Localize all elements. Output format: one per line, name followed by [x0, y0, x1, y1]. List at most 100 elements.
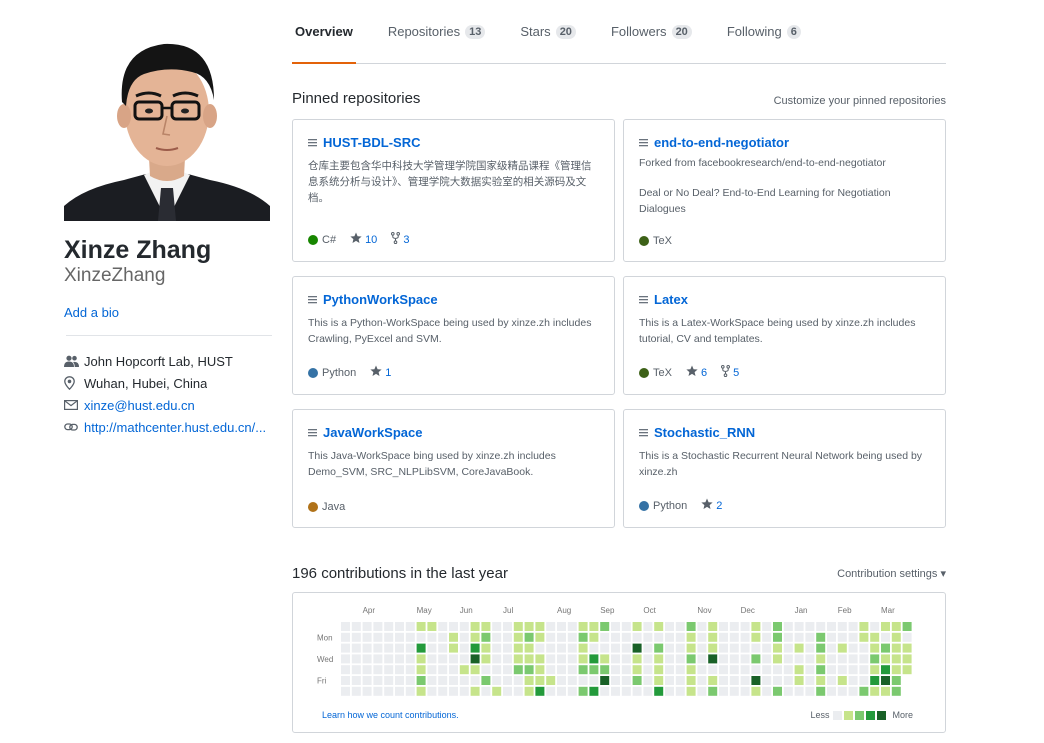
contribution-day[interactable] — [859, 643, 869, 653]
contribution-day[interactable] — [546, 665, 556, 675]
contribution-day[interactable] — [395, 676, 404, 685]
contribution-day[interactable] — [578, 632, 588, 642]
contribution-day[interactable] — [567, 632, 577, 642]
contribution-day[interactable] — [438, 654, 448, 664]
contribution-day[interactable] — [416, 643, 426, 653]
contribution-day[interactable] — [794, 665, 804, 675]
contribution-day[interactable] — [449, 676, 458, 685]
contribution-day[interactable] — [492, 643, 502, 653]
contribution-day[interactable] — [686, 632, 696, 642]
contribution-day[interactable] — [600, 686, 610, 696]
repo-name-link[interactable]: end-to-end-negotiator — [654, 135, 789, 150]
repo-name-link[interactable]: Latex — [654, 292, 688, 307]
contribution-day[interactable] — [697, 622, 707, 631]
contribution-day[interactable] — [416, 622, 426, 631]
contribution-day[interactable] — [902, 654, 912, 664]
contribution-day[interactable] — [589, 654, 599, 664]
contribution-day[interactable] — [481, 654, 491, 664]
contribution-day[interactable] — [351, 676, 361, 685]
contribution-day[interactable] — [524, 665, 534, 675]
add-bio-link[interactable]: Add a bio — [64, 305, 274, 320]
contribution-day[interactable] — [881, 622, 890, 631]
contribution-day[interactable] — [632, 632, 642, 642]
contribution-day[interactable] — [697, 686, 707, 696]
contribution-day[interactable] — [729, 676, 739, 685]
contribution-day[interactable] — [902, 665, 912, 675]
contribution-day[interactable] — [751, 654, 761, 664]
contribution-day[interactable] — [751, 676, 761, 685]
contribution-day[interactable] — [654, 686, 664, 696]
contribution-day[interactable] — [783, 686, 793, 696]
contribution-day[interactable] — [816, 622, 826, 631]
contribution-day[interactable] — [665, 676, 674, 685]
contribution-day[interactable] — [881, 686, 890, 696]
contribution-day[interactable] — [395, 632, 404, 642]
contribution-day[interactable] — [481, 676, 491, 685]
contribution-day[interactable] — [567, 643, 577, 653]
repo-forks[interactable]: 5 — [721, 365, 739, 380]
contribution-day[interactable] — [535, 632, 545, 642]
contribution-day[interactable] — [492, 632, 502, 642]
contribution-day[interactable] — [513, 665, 523, 675]
contribution-day[interactable] — [524, 676, 534, 685]
contribution-day[interactable] — [643, 643, 653, 653]
contribution-day[interactable] — [535, 622, 545, 631]
contribution-day[interactable] — [762, 643, 772, 653]
contribution-day[interactable] — [848, 686, 858, 696]
contribution-day[interactable] — [805, 622, 815, 631]
repo-stars[interactable]: 2 — [701, 498, 722, 513]
contribution-day[interactable] — [697, 665, 707, 675]
contribution-day[interactable] — [859, 686, 869, 696]
contribution-day[interactable] — [719, 622, 728, 631]
contribution-day[interactable] — [438, 643, 448, 653]
contribution-day[interactable] — [449, 632, 458, 642]
contribution-day[interactable] — [805, 643, 815, 653]
contribution-day[interactable] — [837, 676, 847, 685]
contribution-day[interactable] — [395, 643, 404, 653]
contribution-day[interactable] — [870, 622, 880, 631]
contribution-day[interactable] — [827, 665, 836, 675]
contribution-day[interactable] — [589, 632, 599, 642]
contribution-day[interactable] — [373, 632, 383, 642]
contribution-day[interactable] — [621, 654, 631, 664]
contribution-day[interactable] — [470, 622, 480, 631]
repo-stars[interactable]: 1 — [370, 365, 391, 380]
contribution-day[interactable] — [546, 654, 556, 664]
contribution-day[interactable] — [870, 686, 880, 696]
contribution-day[interactable] — [729, 622, 739, 631]
contribution-day[interactable] — [535, 676, 545, 685]
contribution-day[interactable] — [449, 686, 458, 696]
contribution-day[interactable] — [794, 622, 804, 631]
contribution-day[interactable] — [459, 665, 469, 675]
contribution-day[interactable] — [470, 632, 480, 642]
contribution-day[interactable] — [351, 622, 361, 631]
contribution-day[interactable] — [459, 632, 469, 642]
contribution-day[interactable] — [794, 654, 804, 664]
contribution-day[interactable] — [611, 686, 620, 696]
contribution-day[interactable] — [729, 654, 739, 664]
contribution-day[interactable] — [535, 654, 545, 664]
contribution-day[interactable] — [405, 632, 415, 642]
contribution-day[interactable] — [751, 665, 761, 675]
contribution-day[interactable] — [621, 622, 631, 631]
contribution-day[interactable] — [557, 643, 566, 653]
contribution-day[interactable] — [783, 632, 793, 642]
contribution-day[interactable] — [405, 665, 415, 675]
contribution-day[interactable] — [503, 665, 512, 675]
contribution-day[interactable] — [492, 654, 502, 664]
contribution-day[interactable] — [611, 632, 620, 642]
contribution-day[interactable] — [600, 622, 610, 631]
contribution-day[interactable] — [373, 665, 383, 675]
contribution-day[interactable] — [459, 676, 469, 685]
contribution-day[interactable] — [686, 686, 696, 696]
contribution-day[interactable] — [773, 632, 782, 642]
contribution-day[interactable] — [503, 643, 512, 653]
contribution-day[interactable] — [589, 665, 599, 675]
contribution-day[interactable] — [513, 676, 523, 685]
contribution-day[interactable] — [405, 654, 415, 664]
contribution-day[interactable] — [773, 665, 782, 675]
contribution-day[interactable] — [513, 654, 523, 664]
contribution-day[interactable] — [719, 676, 728, 685]
contribution-day[interactable] — [665, 665, 674, 675]
contribution-day[interactable] — [481, 622, 491, 631]
